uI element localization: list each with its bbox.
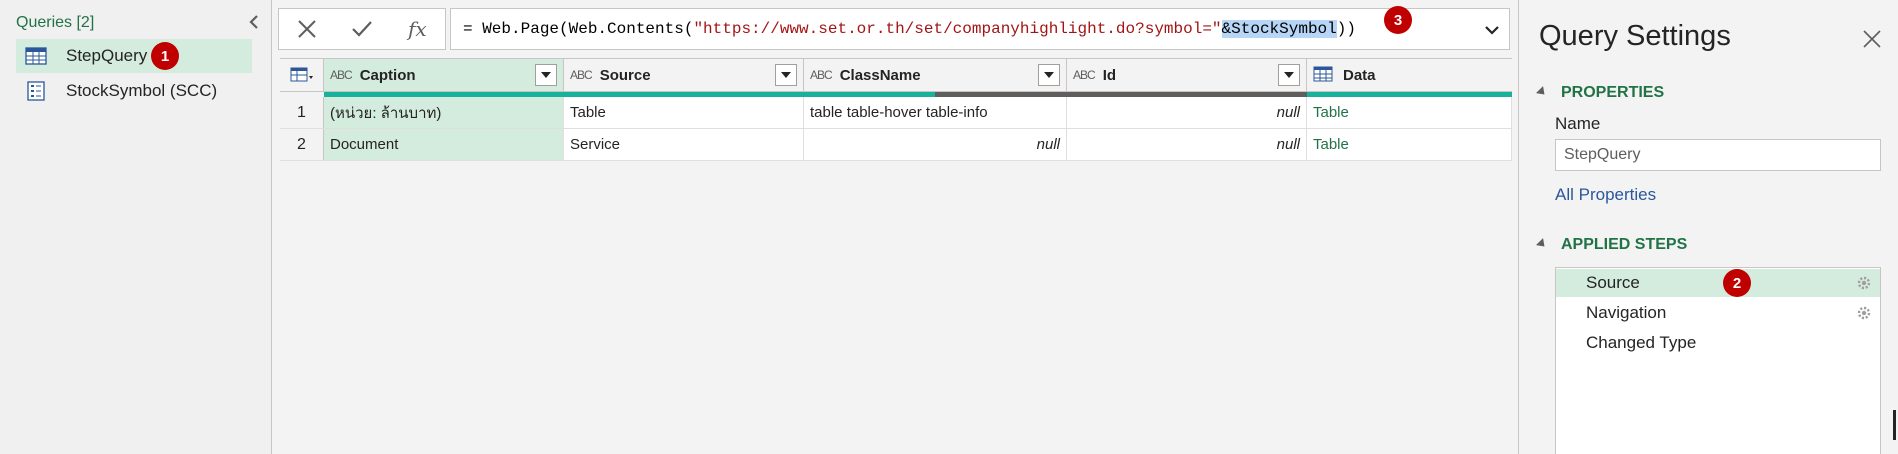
insert-function-button[interactable]: fx: [395, 12, 439, 46]
formula-url-string: "https://www.set.or.th/set/companyhighli…: [693, 20, 1222, 38]
filter-dropdown-button[interactable]: [775, 64, 797, 86]
cancel-button[interactable]: [285, 12, 329, 46]
column-header-label: Data: [1343, 66, 1376, 84]
section-label: PROPERTIES: [1561, 84, 1665, 101]
step-changed-type[interactable]: Changed Type: [1556, 329, 1880, 357]
column-header-caption[interactable]: ABC Caption: [324, 59, 564, 91]
close-settings-button[interactable]: [1859, 26, 1885, 52]
column-header-id[interactable]: ABC Id: [1067, 59, 1307, 91]
formula-selected-text: &StockSymbol: [1221, 20, 1337, 38]
gear-icon[interactable]: [1856, 275, 1872, 291]
table-icon: [24, 46, 48, 66]
annotation-badge-2: 2: [1723, 269, 1751, 297]
queries-header: Queries [2]: [16, 14, 95, 31]
queries-pane: Queries [2] StepQuery 1 StockSymbol (SCC…: [0, 0, 272, 454]
table-cell[interactable]: Table: [564, 97, 804, 128]
applied-steps-list: Source 2 Navigation Changed Type: [1555, 267, 1881, 454]
all-properties-link[interactable]: All Properties: [1555, 185, 1656, 205]
column-header-label: ClassName: [839, 66, 921, 84]
table-type-icon: [1313, 66, 1333, 85]
close-icon: [297, 20, 316, 38]
table-link-cell[interactable]: Table: [1307, 97, 1512, 128]
text-type-icon: ABC: [810, 68, 833, 82]
formula-buttons: fx: [278, 8, 446, 50]
text-type-icon: ABC: [330, 68, 353, 82]
query-item-stepquery[interactable]: StepQuery 1: [16, 39, 252, 73]
query-item-stocksymbol[interactable]: StockSymbol (SCC): [16, 74, 252, 108]
data-grid: ABC Caption ABC Source ABC ClassName ABC…: [280, 58, 1512, 161]
settings-title: Query Settings: [1539, 20, 1731, 52]
collapse-triangle-icon: [1535, 237, 1549, 250]
text-type-icon: ABC: [1073, 68, 1096, 82]
query-settings-pane: Query Settings PROPERTIES Name All Prope…: [1518, 0, 1898, 454]
filter-dropdown-button[interactable]: [535, 64, 557, 86]
column-header-source[interactable]: ABC Source: [564, 59, 804, 91]
row-number[interactable]: 1: [280, 97, 324, 128]
close-icon: [1863, 30, 1881, 48]
formula-prefix: = Web.Page(Web.Contents(: [463, 20, 694, 38]
table-menu-icon: [290, 67, 313, 82]
table-cell[interactable]: Document: [324, 129, 564, 160]
step-navigation[interactable]: Navigation: [1556, 299, 1880, 327]
chevron-down-icon: [1485, 26, 1499, 35]
annotation-badge-3: 3: [1384, 6, 1412, 34]
step-label: Changed Type: [1586, 333, 1697, 352]
section-label: APPLIED STEPS: [1561, 236, 1688, 253]
table-row: 2 Document Service null null Table: [280, 129, 1512, 161]
parameter-icon: [24, 81, 48, 101]
table-row: 1 (หน่วย: ล้านบาท) Table table table-hov…: [280, 97, 1512, 129]
column-header-data[interactable]: Data: [1307, 59, 1512, 91]
applied-steps-section-header[interactable]: APPLIED STEPS: [1535, 236, 1688, 254]
chevron-down-icon: [541, 72, 551, 78]
text-type-icon: ABC: [570, 68, 593, 82]
formula-bar: fx = Web.Page(Web.Contents("https://www.…: [278, 8, 1510, 50]
expand-formula-button[interactable]: [1481, 19, 1503, 41]
collapse-triangle-icon: [1535, 85, 1549, 98]
chevron-left-icon: [249, 15, 258, 29]
table-cell[interactable]: Service: [564, 129, 804, 160]
fx-icon: fx: [407, 17, 427, 41]
table-cell[interactable]: null: [804, 129, 1067, 160]
filter-dropdown-button[interactable]: [1038, 64, 1060, 86]
query-item-label: StepQuery: [66, 46, 148, 65]
table-cell[interactable]: (หน่วย: ล้านบาท): [324, 97, 564, 128]
column-header-label: Id: [1102, 66, 1117, 84]
column-header-label: Source: [599, 66, 651, 84]
commit-button[interactable]: [340, 12, 384, 46]
row-number[interactable]: 2: [280, 129, 324, 160]
query-name-input[interactable]: [1555, 139, 1881, 171]
table-menu-button[interactable]: [280, 59, 324, 91]
step-label: Source: [1586, 273, 1640, 292]
gear-icon[interactable]: [1856, 305, 1872, 321]
filter-dropdown-button[interactable]: [1278, 64, 1300, 86]
table-cell[interactable]: table table-hover table-info: [804, 97, 1067, 128]
formula-suffix: )): [1336, 20, 1356, 38]
chevron-down-icon: [781, 72, 791, 78]
annotation-badge-1: 1: [151, 42, 179, 70]
properties-section-header[interactable]: PROPERTIES: [1535, 84, 1665, 102]
name-label: Name: [1555, 114, 1601, 133]
chevron-down-icon: [1284, 72, 1294, 78]
column-header-classname[interactable]: ABC ClassName: [804, 59, 1067, 91]
chevron-down-icon: [1044, 72, 1054, 78]
query-item-label: StockSymbol (SCC): [66, 81, 218, 100]
column-header-label: Caption: [359, 66, 416, 84]
table-link-cell[interactable]: Table: [1307, 129, 1512, 160]
step-label: Navigation: [1586, 303, 1667, 322]
grid-header-row: ABC Caption ABC Source ABC ClassName ABC…: [280, 58, 1512, 92]
table-cell[interactable]: null: [1067, 97, 1307, 128]
step-source[interactable]: Source 2: [1556, 269, 1880, 297]
resize-handle[interactable]: [1893, 410, 1896, 440]
table-cell[interactable]: null: [1067, 129, 1307, 160]
check-icon: [352, 21, 372, 37]
collapse-pane-button[interactable]: [245, 12, 263, 32]
formula-input[interactable]: = Web.Page(Web.Contents("https://www.set…: [450, 8, 1510, 50]
